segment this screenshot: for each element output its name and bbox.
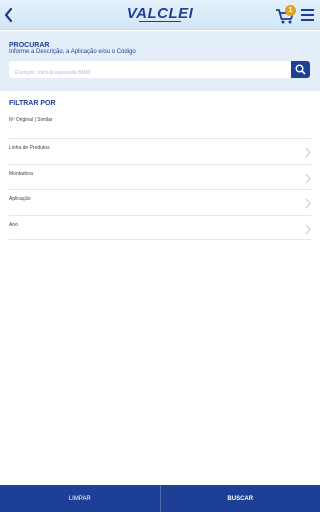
chevron-right-icon xyxy=(305,173,311,183)
filter-item-application[interactable]: Aplicação xyxy=(9,189,311,215)
brand-logo: VALCLEI xyxy=(126,5,194,22)
search-submit-button[interactable]: BUSCAR xyxy=(159,485,320,512)
chevron-right-icon xyxy=(305,147,311,158)
menu-line xyxy=(301,19,314,21)
filter-item-year[interactable]: Ano xyxy=(9,214,311,240)
filter-item-label: Aplicação xyxy=(9,196,31,202)
cart-count-badge: 1 xyxy=(285,5,296,16)
bottom-action-bar: LIMPAR BUSCAR xyxy=(0,485,320,512)
filter-title: FILTRAR POR xyxy=(9,100,56,107)
search-icon xyxy=(295,64,306,75)
search-field xyxy=(9,61,291,82)
filter-list: Linha de Produtos Montadora Aplicação An… xyxy=(9,138,311,240)
search-button[interactable] xyxy=(291,61,310,78)
logo-underline xyxy=(139,21,181,22)
chevron-right-icon xyxy=(305,198,311,209)
back-arrow-icon xyxy=(4,7,13,23)
search-section: PROCURAR Informe a Descrição, a Aplicaçã… xyxy=(0,31,320,91)
app-header: VALCLEI 1 xyxy=(0,0,320,30)
hamburger-menu-icon[interactable] xyxy=(301,9,314,21)
filter-item-label: Linha de Produtos xyxy=(9,145,50,151)
search-input[interactable] xyxy=(9,64,291,82)
filter-item-manufacturer[interactable]: Montadora xyxy=(9,163,311,190)
chevron-right-icon xyxy=(305,224,311,234)
menu-line xyxy=(301,9,314,11)
filter-subtitle[interactable]: Nº Original | Similar xyxy=(9,117,52,123)
back-button[interactable] xyxy=(2,5,16,25)
search-title: PROCURAR xyxy=(9,42,50,49)
clear-button[interactable]: LIMPAR xyxy=(0,485,160,512)
filter-item-product-line[interactable]: Linha de Produtos xyxy=(9,138,311,164)
menu-line xyxy=(301,14,314,16)
search-subtitle: Informe a Descrição, a Aplicação e/ou o … xyxy=(9,49,136,55)
filter-item-label: Montadora xyxy=(9,170,33,177)
filter-item-label: Ano xyxy=(9,221,18,228)
